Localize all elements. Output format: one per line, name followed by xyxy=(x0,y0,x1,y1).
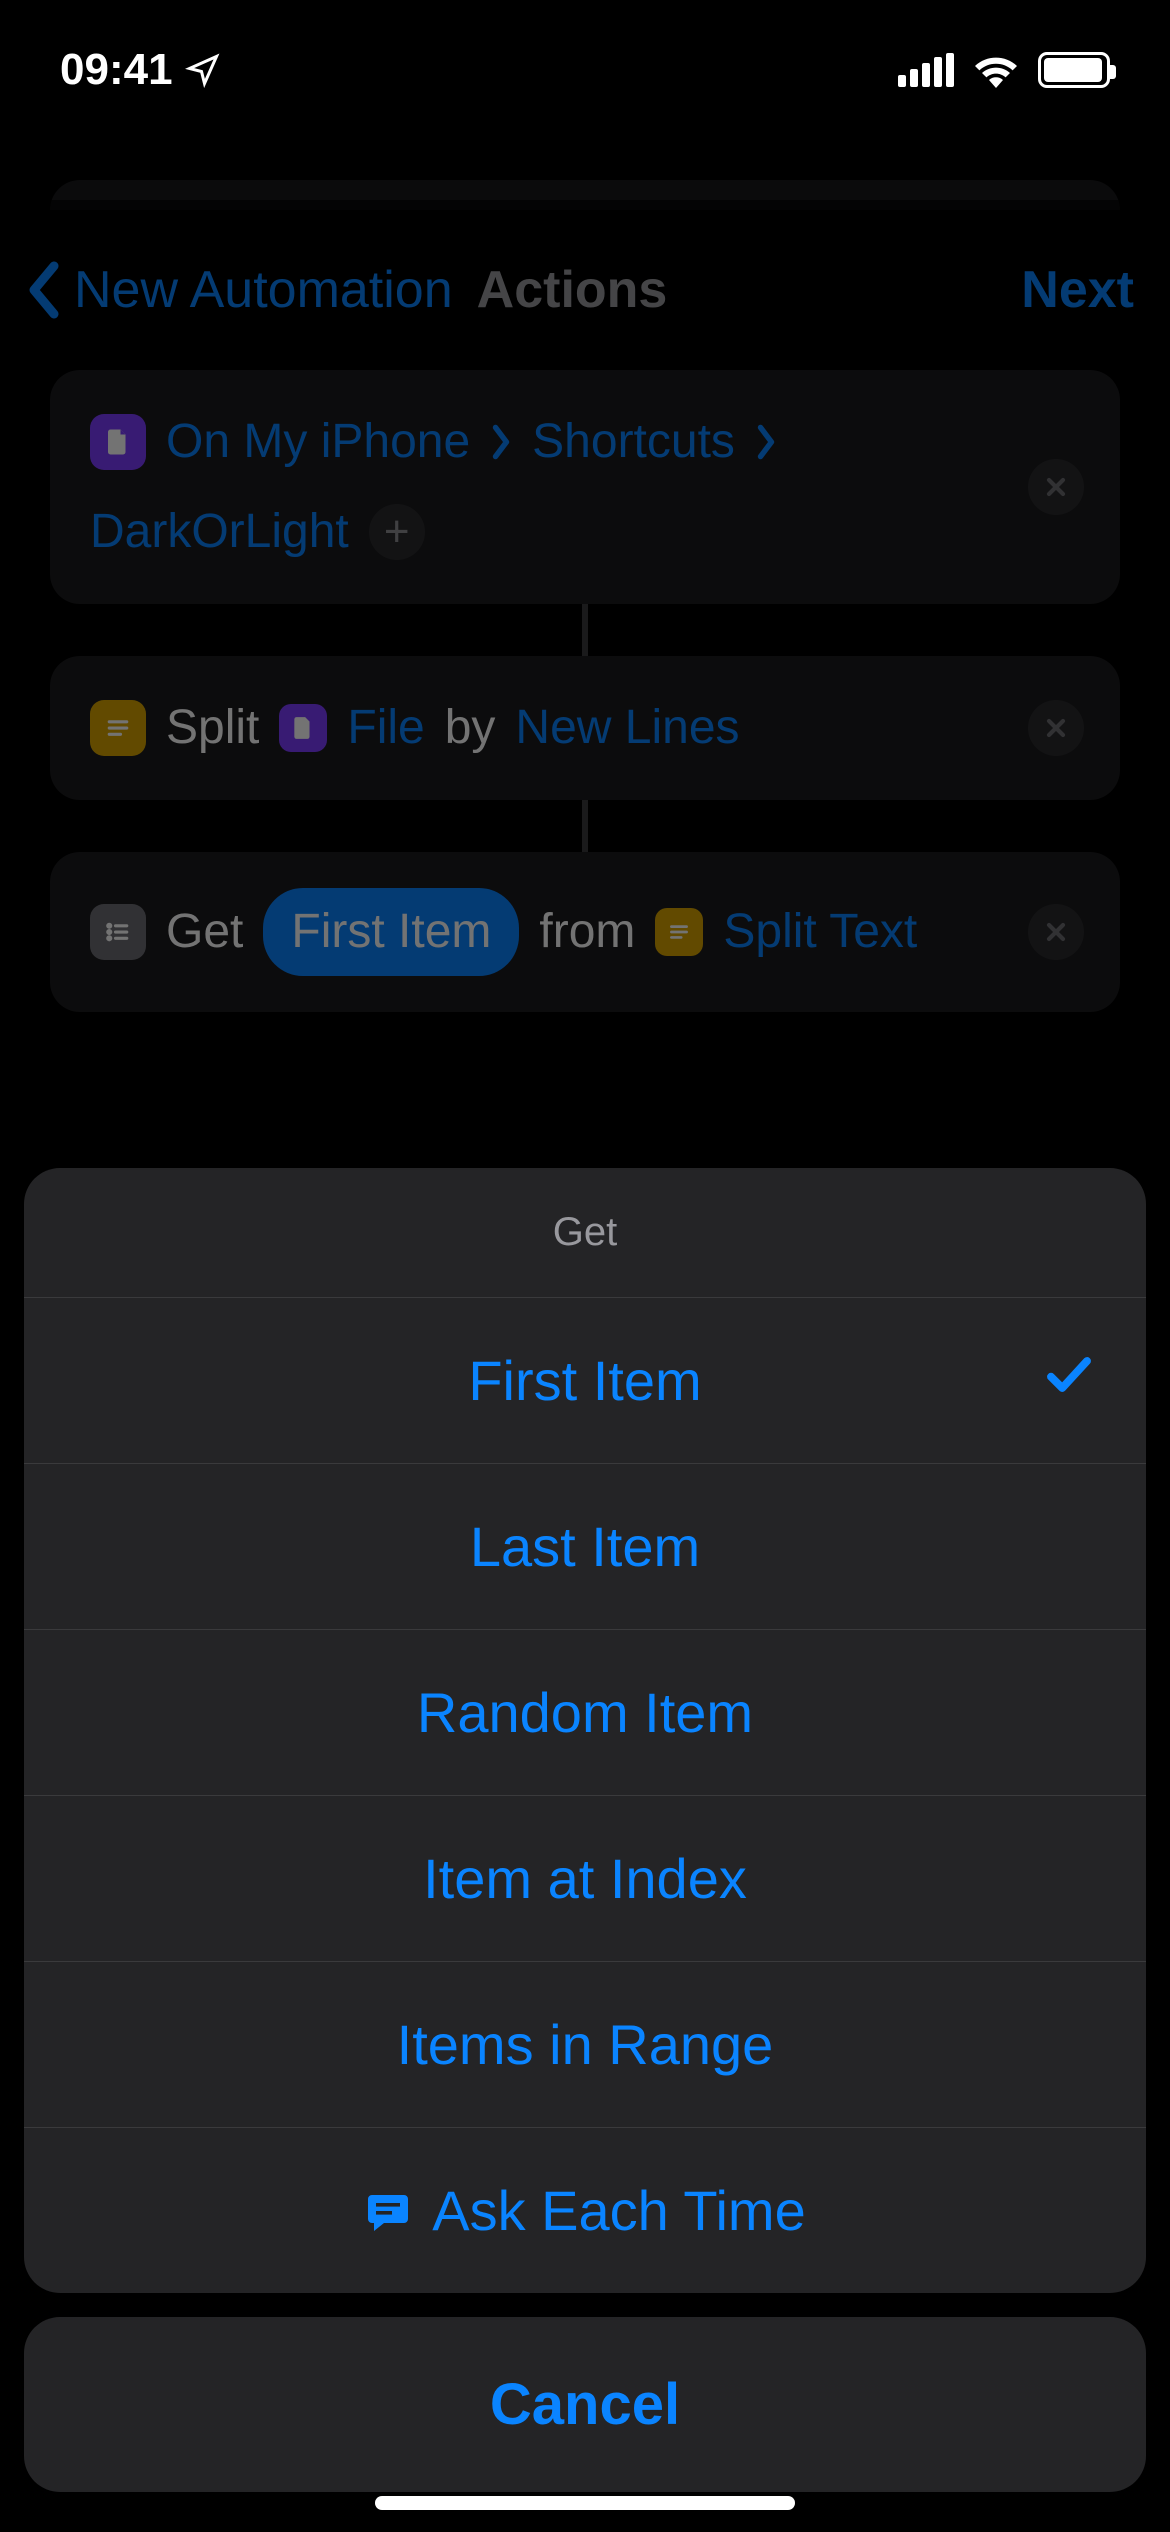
text-token-icon xyxy=(655,908,703,956)
option-label: Ask Each Time xyxy=(432,2178,805,2243)
path-segment[interactable]: On My iPhone xyxy=(166,406,470,478)
connector-line xyxy=(582,800,588,852)
path-segment[interactable]: DarkOrLight xyxy=(90,496,349,568)
cancel-button[interactable]: Cancel xyxy=(24,2317,1146,2492)
option-label: Last Item xyxy=(470,1515,700,1578)
list-action-icon xyxy=(90,904,146,960)
actions-list: On My iPhone Shortcuts DarkOrLight + xyxy=(0,370,1170,1012)
status-bar: 09:41 xyxy=(0,0,1170,140)
action-word: from xyxy=(539,896,635,968)
action-sheet: Get First Item Last Item Random Item Ite… xyxy=(24,1168,1146,2492)
option-label: Item at Index xyxy=(423,1847,747,1910)
nav-bar: New Automation Actions Next xyxy=(0,220,1170,370)
location-icon xyxy=(185,52,221,88)
close-icon xyxy=(1042,714,1070,742)
file-token-icon xyxy=(279,704,327,752)
delete-action-button[interactable] xyxy=(1028,904,1084,960)
action-verb: Split xyxy=(166,692,259,764)
picker-option-item-at-index[interactable]: Item at Index xyxy=(24,1796,1146,1962)
checkmark-icon xyxy=(1042,1347,1096,1414)
delete-action-button[interactable] xyxy=(1028,459,1084,515)
delete-action-button[interactable] xyxy=(1028,700,1084,756)
picker-group: Get First Item Last Item Random Item Ite… xyxy=(24,1168,1146,2293)
picker-option-last-item[interactable]: Last Item xyxy=(24,1464,1146,1630)
background-card xyxy=(50,180,1120,210)
cellular-icon xyxy=(898,53,954,87)
cancel-label: Cancel xyxy=(490,2372,680,2437)
close-icon xyxy=(1042,918,1070,946)
chevron-left-icon xyxy=(24,260,64,320)
page-title: Actions xyxy=(477,260,668,320)
path-segment[interactable]: Shortcuts xyxy=(532,406,735,478)
status-time: 09:41 xyxy=(60,45,173,95)
action-word: by xyxy=(445,692,496,764)
message-icon xyxy=(364,2187,412,2235)
chevron-right-icon xyxy=(755,422,777,462)
status-right xyxy=(898,52,1110,88)
option-label: Random Item xyxy=(417,1681,753,1744)
next-button[interactable]: Next xyxy=(1021,260,1134,320)
action-verb: Get xyxy=(166,896,243,968)
chevron-right-icon xyxy=(490,422,512,462)
close-icon xyxy=(1042,473,1070,501)
file-token[interactable]: File xyxy=(347,692,424,764)
battery-icon xyxy=(1038,52,1110,88)
text-action-icon xyxy=(90,700,146,756)
home-indicator[interactable] xyxy=(375,2496,795,2510)
picker-option-items-in-range[interactable]: Items in Range xyxy=(24,1962,1146,2128)
option-label: Items in Range xyxy=(397,2013,774,2076)
input-token[interactable]: Split Text xyxy=(723,896,917,968)
picker-title: Get xyxy=(24,1168,1146,1298)
wifi-icon xyxy=(972,52,1020,88)
split-mode-token[interactable]: New Lines xyxy=(515,692,739,764)
add-path-button[interactable]: + xyxy=(369,504,425,560)
picker-option-first-item[interactable]: First Item xyxy=(24,1298,1146,1464)
picker-option-random-item[interactable]: Random Item xyxy=(24,1630,1146,1796)
action-card-file-path[interactable]: On My iPhone Shortcuts DarkOrLight + xyxy=(50,370,1120,604)
back-label: New Automation xyxy=(74,260,453,320)
get-selection-pill[interactable]: First Item xyxy=(263,888,519,976)
status-left: 09:41 xyxy=(60,45,221,95)
picker-option-ask-each-time[interactable]: Ask Each Time xyxy=(24,2128,1146,2293)
connector-line xyxy=(582,604,588,656)
back-button[interactable]: New Automation xyxy=(24,260,453,320)
option-label: First Item xyxy=(468,1349,701,1412)
action-card-split[interactable]: Split File by New Lines xyxy=(50,656,1120,800)
action-card-get-item[interactable]: Get First Item from Split Text xyxy=(50,852,1120,1012)
files-app-icon xyxy=(90,414,146,470)
